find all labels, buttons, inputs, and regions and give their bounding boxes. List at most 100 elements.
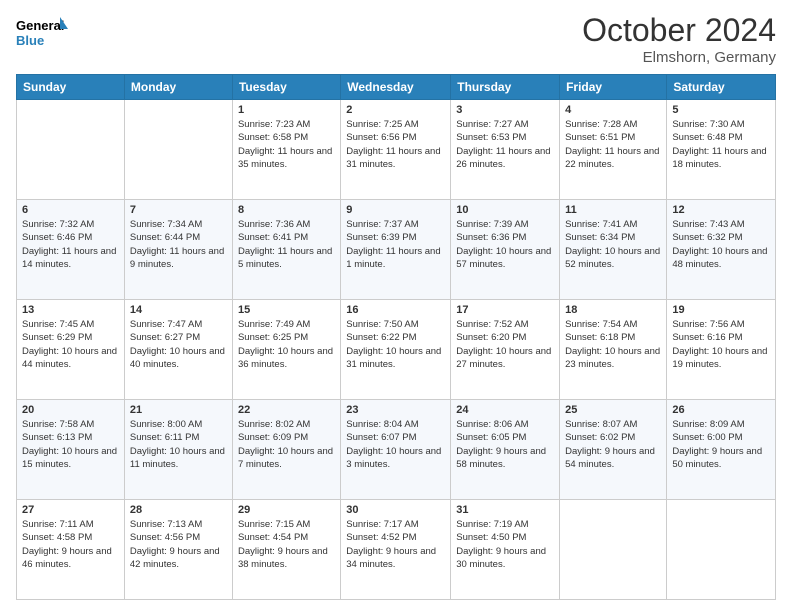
day-number: 1: [238, 104, 335, 116]
calendar-cell: 13Sunrise: 7:45 AM Sunset: 6:29 PM Dayli…: [17, 300, 125, 400]
week-row-3: 20Sunrise: 7:58 AM Sunset: 6:13 PM Dayli…: [17, 400, 776, 500]
day-number: 19: [672, 304, 770, 316]
calendar-cell: 4 Sunrise: 7:28 AM Sunset: 6:51 PM Daylig…: [560, 100, 667, 200]
week-row-0: 1 Sunrise: 7:23 AM Sunset: 6:58 PM Daylig…: [17, 100, 776, 200]
calendar-cell: [17, 100, 125, 200]
day-number: 3: [456, 104, 554, 116]
day-number: 4: [565, 104, 661, 116]
day-number: 31: [456, 504, 554, 516]
calendar-cell: 24 Sunrise: 8:06 AM Sunset: 6:05 PM Dayli…: [451, 400, 560, 500]
calendar-cell: 3 Sunrise: 7:27 AM Sunset: 6:53 PM Daylig…: [451, 100, 560, 200]
day-number: 18: [565, 304, 661, 316]
calendar-body: 1 Sunrise: 7:23 AM Sunset: 6:58 PM Daylig…: [17, 100, 776, 600]
cell-info: Sunrise: 7:13 AM Sunset: 4:56 PM Dayligh…: [130, 518, 227, 571]
calendar-cell: 27 Sunrise: 7:11 AM Sunset: 4:58 PM Dayli…: [17, 500, 125, 600]
calendar-cell: 21Sunrise: 8:00 AM Sunset: 6:11 PM Dayli…: [124, 400, 232, 500]
cell-info: Sunrise: 7:56 AM Sunset: 6:16 PM Dayligh…: [672, 318, 770, 371]
cell-info: Sunrise: 7:47 AM Sunset: 6:27 PM Dayligh…: [130, 318, 227, 371]
calendar-cell: 28 Sunrise: 7:13 AM Sunset: 4:56 PM Dayli…: [124, 500, 232, 600]
day-number: 16: [346, 304, 445, 316]
cell-info: Sunrise: 8:02 AM Sunset: 6:09 PM Dayligh…: [238, 418, 335, 471]
col-wednesday: Wednesday: [341, 75, 451, 100]
calendar-cell: 5Sunrise: 7:30 AM Sunset: 6:48 PM Daylig…: [667, 100, 776, 200]
day-number: 23: [346, 404, 445, 416]
calendar-cell: 9Sunrise: 7:37 AM Sunset: 6:39 PM Daylig…: [341, 200, 451, 300]
day-number: 11: [565, 204, 661, 216]
calendar-cell: 8Sunrise: 7:36 AM Sunset: 6:41 PM Daylig…: [232, 200, 340, 300]
calendar-cell: [124, 100, 232, 200]
cell-info: Sunrise: 7:52 AM Sunset: 6:20 PM Dayligh…: [456, 318, 554, 371]
day-number: 6: [22, 204, 119, 216]
cell-info: Sunrise: 7:54 AM Sunset: 6:18 PM Dayligh…: [565, 318, 661, 371]
logo-svg: General Blue: [16, 12, 68, 52]
col-saturday: Saturday: [667, 75, 776, 100]
cell-info: Sunrise: 7:41 AM Sunset: 6:34 PM Dayligh…: [565, 218, 661, 271]
day-number: 9: [346, 204, 445, 216]
cell-info: Sunrise: 7:25 AM Sunset: 6:56 PM Dayligh…: [346, 118, 445, 171]
col-friday: Friday: [560, 75, 667, 100]
day-number: 2: [346, 104, 445, 116]
cell-info: Sunrise: 8:00 AM Sunset: 6:11 PM Dayligh…: [130, 418, 227, 471]
calendar-cell: 2 Sunrise: 7:25 AM Sunset: 6:56 PM Daylig…: [341, 100, 451, 200]
cell-info: Sunrise: 7:23 AM Sunset: 6:58 PM Dayligh…: [238, 118, 335, 171]
svg-text:Blue: Blue: [16, 33, 44, 48]
week-row-2: 13Sunrise: 7:45 AM Sunset: 6:29 PM Dayli…: [17, 300, 776, 400]
header: General Blue October 2024 Elmshorn, Germ…: [16, 12, 776, 66]
calendar-cell: 29 Sunrise: 7:15 AM Sunset: 4:54 PM Dayli…: [232, 500, 340, 600]
cell-info: Sunrise: 7:49 AM Sunset: 6:25 PM Dayligh…: [238, 318, 335, 371]
day-number: 17: [456, 304, 554, 316]
day-number: 7: [130, 204, 227, 216]
cell-info: Sunrise: 8:06 AM Sunset: 6:05 PM Dayligh…: [456, 418, 554, 471]
cell-info: Sunrise: 7:17 AM Sunset: 4:52 PM Dayligh…: [346, 518, 445, 571]
col-thursday: Thursday: [451, 75, 560, 100]
week-row-1: 6 Sunrise: 7:32 AM Sunset: 6:46 PM Daylig…: [17, 200, 776, 300]
calendar-cell: 10Sunrise: 7:39 AM Sunset: 6:36 PM Dayli…: [451, 200, 560, 300]
calendar-cell: 16 Sunrise: 7:50 AM Sunset: 6:22 PM Dayli…: [341, 300, 451, 400]
day-number: 24: [456, 404, 554, 416]
col-monday: Monday: [124, 75, 232, 100]
month-title: October 2024: [582, 12, 776, 49]
calendar-cell: 14 Sunrise: 7:47 AM Sunset: 6:27 PM Dayli…: [124, 300, 232, 400]
cell-info: Sunrise: 7:11 AM Sunset: 4:58 PM Dayligh…: [22, 518, 119, 571]
calendar-cell: 7 Sunrise: 7:34 AM Sunset: 6:44 PM Daylig…: [124, 200, 232, 300]
cell-info: Sunrise: 7:19 AM Sunset: 4:50 PM Dayligh…: [456, 518, 554, 571]
cell-info: Sunrise: 7:50 AM Sunset: 6:22 PM Dayligh…: [346, 318, 445, 371]
cell-info: Sunrise: 7:15 AM Sunset: 4:54 PM Dayligh…: [238, 518, 335, 571]
day-number: 25: [565, 404, 661, 416]
calendar-table: Sunday Monday Tuesday Wednesday Thursday…: [16, 74, 776, 600]
cell-info: Sunrise: 7:43 AM Sunset: 6:32 PM Dayligh…: [672, 218, 770, 271]
calendar-cell: 6 Sunrise: 7:32 AM Sunset: 6:46 PM Daylig…: [17, 200, 125, 300]
calendar-cell: 15Sunrise: 7:49 AM Sunset: 6:25 PM Dayli…: [232, 300, 340, 400]
day-number: 13: [22, 304, 119, 316]
calendar-cell: 25 Sunrise: 8:07 AM Sunset: 6:02 PM Dayli…: [560, 400, 667, 500]
day-number: 10: [456, 204, 554, 216]
calendar-cell: 26 Sunrise: 8:09 AM Sunset: 6:00 PM Dayli…: [667, 400, 776, 500]
title-block: October 2024 Elmshorn, Germany: [582, 12, 776, 66]
day-number: 27: [22, 504, 119, 516]
day-number: 5: [672, 104, 770, 116]
cell-info: Sunrise: 7:32 AM Sunset: 6:46 PM Dayligh…: [22, 218, 119, 271]
calendar-cell: 17 Sunrise: 7:52 AM Sunset: 6:20 PM Dayli…: [451, 300, 560, 400]
cell-info: Sunrise: 7:27 AM Sunset: 6:53 PM Dayligh…: [456, 118, 554, 171]
day-number: 30: [346, 504, 445, 516]
day-number: 28: [130, 504, 227, 516]
calendar-cell: 1 Sunrise: 7:23 AM Sunset: 6:58 PM Daylig…: [232, 100, 340, 200]
logo: General Blue: [16, 12, 68, 52]
cell-info: Sunrise: 7:28 AM Sunset: 6:51 PM Dayligh…: [565, 118, 661, 171]
cell-info: Sunrise: 7:36 AM Sunset: 6:41 PM Dayligh…: [238, 218, 335, 271]
cell-info: Sunrise: 7:58 AM Sunset: 6:13 PM Dayligh…: [22, 418, 119, 471]
calendar-cell: [560, 500, 667, 600]
calendar-cell: 22 Sunrise: 8:02 AM Sunset: 6:09 PM Dayli…: [232, 400, 340, 500]
day-number: 22: [238, 404, 335, 416]
col-tuesday: Tuesday: [232, 75, 340, 100]
day-header-row: Sunday Monday Tuesday Wednesday Thursday…: [17, 75, 776, 100]
svg-text:General: General: [16, 18, 64, 33]
cell-info: Sunrise: 7:34 AM Sunset: 6:44 PM Dayligh…: [130, 218, 227, 271]
week-row-4: 27 Sunrise: 7:11 AM Sunset: 4:58 PM Dayli…: [17, 500, 776, 600]
cell-info: Sunrise: 8:09 AM Sunset: 6:00 PM Dayligh…: [672, 418, 770, 471]
calendar-cell: 19 Sunrise: 7:56 AM Sunset: 6:16 PM Dayli…: [667, 300, 776, 400]
day-number: 29: [238, 504, 335, 516]
cell-info: Sunrise: 8:07 AM Sunset: 6:02 PM Dayligh…: [565, 418, 661, 471]
day-number: 14: [130, 304, 227, 316]
day-number: 26: [672, 404, 770, 416]
